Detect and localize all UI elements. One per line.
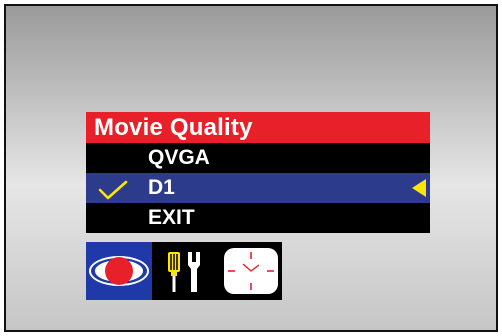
setup-tools-icon (168, 252, 200, 292)
tab-record-mode[interactable] (86, 242, 152, 300)
menu-item-label: D1 (148, 176, 175, 199)
menu-item-exit[interactable]: EXIT (86, 203, 430, 233)
menu-item-label: QVGA (148, 146, 210, 169)
menu-item-d1[interactable]: D1 (86, 173, 430, 203)
menu-title: Movie Quality (86, 112, 430, 143)
movie-quality-menu: Movie Quality QVGA D1 EXIT (86, 112, 430, 233)
tab-setup[interactable] (152, 242, 282, 300)
menu-item-qvga[interactable]: QVGA (86, 143, 430, 173)
arrow-left-icon[interactable] (412, 179, 426, 197)
checkmark-icon (98, 180, 128, 200)
record-mode-icon (89, 256, 149, 286)
clock-icon[interactable] (222, 246, 280, 296)
menu-item-label: EXIT (148, 206, 195, 229)
